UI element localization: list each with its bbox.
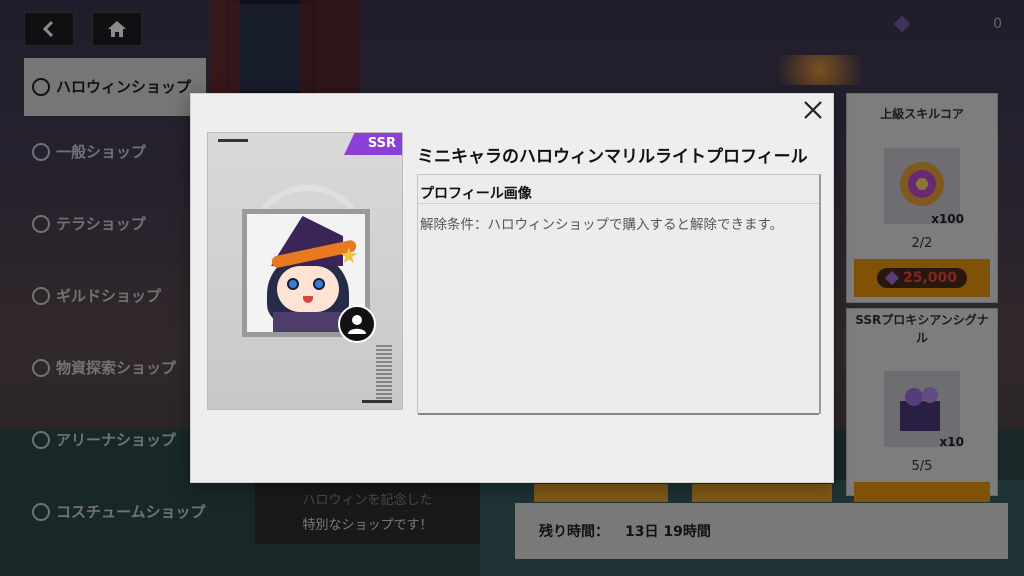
person-icon	[348, 315, 366, 334]
item-preview-card: SSR ★	[207, 132, 403, 410]
divider	[418, 413, 819, 415]
character-eye	[313, 278, 325, 290]
barcode-decoration	[376, 345, 392, 399]
character-eye	[287, 278, 299, 290]
character-face	[277, 266, 339, 312]
item-detail-box: プロフィール画像 解除条件：ハロウィンショップで購入すると解除できます。	[417, 174, 821, 415]
profile-badge	[338, 305, 376, 343]
item-title: ミニキャラのハロウィンマリルライトプロフィール	[417, 147, 808, 167]
divider	[418, 203, 819, 204]
card-decoration	[362, 400, 392, 403]
item-type-label: プロフィール画像	[420, 186, 532, 202]
item-detail-modal: SSR ★ ミニキャラのハロウィンマリルライトプロフィール プロフィール画像 解…	[190, 93, 834, 483]
card-decoration	[218, 139, 248, 142]
rarity-badge: SSR	[344, 133, 402, 155]
close-icon	[804, 101, 822, 119]
close-button[interactable]	[801, 100, 825, 124]
character-body	[273, 312, 343, 332]
unlock-condition: 解除条件：ハロウィンショップで購入すると解除できます。	[420, 217, 784, 233]
star-icon: ★	[339, 244, 359, 269]
